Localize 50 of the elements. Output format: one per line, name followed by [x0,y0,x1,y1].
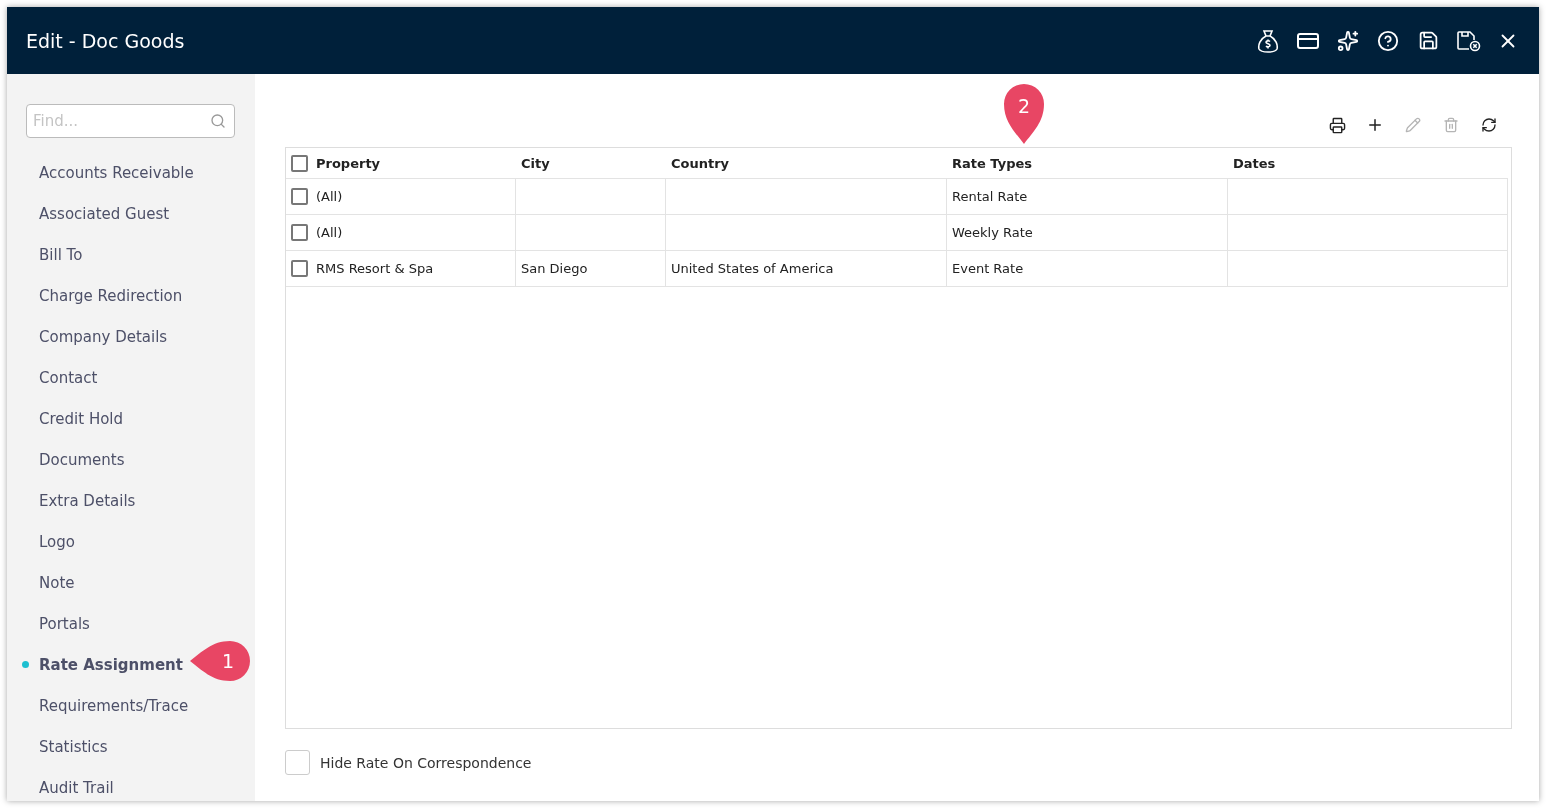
table-cell: United States of America [671,261,834,276]
table-cell: RMS Resort & Spa [316,261,434,276]
search-field[interactable]: Find... [26,104,235,138]
sidebar-item[interactable]: Note [26,562,75,603]
sidebar-item[interactable]: Logo [26,521,75,562]
sidebar-item[interactable]: Portals [26,603,90,644]
sidebar-item[interactable]: Company Details [26,316,168,357]
sidebar-item[interactable]: Associated Guest [26,193,170,234]
checkbox-label: Hide Rate On Correspondence [320,754,532,771]
window-title: Edit - Doc Goods [26,29,186,52]
sidebar-item[interactable]: Statistics [26,726,108,767]
sidebar-item[interactable]: Contact [26,357,98,398]
sidebar-item[interactable]: Audit Trail [26,767,114,808]
sidebar-item[interactable]: Documents [26,439,125,480]
refresh-icon [1481,117,1497,133]
column-header[interactable]: Country [671,155,730,171]
search-icon [210,113,226,129]
table-cell: Event Rate [952,261,1024,276]
row-checkbox[interactable] [291,224,308,241]
pencil-icon [1405,117,1421,133]
row-checkbox[interactable] [291,188,308,205]
table-cell: Weekly Rate [952,225,1033,240]
sidebar-item[interactable]: Accounts Receivable [26,152,194,193]
printer-icon [1328,116,1346,134]
select-all-checkbox[interactable] [291,154,308,172]
column-header[interactable]: City [521,155,550,171]
callout-marker: 1 [190,640,252,682]
save-icon [1417,30,1439,51]
trash-icon [1443,117,1459,133]
plus-icon [1366,116,1384,134]
sidebar-item[interactable]: Bill To [26,234,83,275]
sidebar-item[interactable]: Charge Redirection [26,275,183,316]
sparkles-icon [1337,29,1359,52]
table-cell: (All) [316,225,343,240]
column-header[interactable]: Rate Types [952,155,1032,171]
money-bag-button[interactable] [1255,27,1281,54]
table-cell: Rental Rate [952,189,1028,204]
hide-rate-checkbox[interactable] [285,750,310,775]
sidebar-item[interactable]: Requirements/Trace [26,685,189,726]
help-icon [1377,29,1399,52]
column-header[interactable]: Dates [1233,155,1276,171]
money-bag-icon [1257,28,1279,53]
save-close-icon [1455,29,1481,52]
column-header[interactable]: Property [316,155,381,171]
table-cell: San Diego [521,261,588,276]
sidebar-item[interactable]: Extra Details [26,480,136,521]
callout-marker: 2 [1003,82,1045,144]
table-cell: (All) [316,189,343,204]
sidebar-item[interactable]: Credit Hold [26,398,124,439]
row-checkbox[interactable] [291,260,308,277]
